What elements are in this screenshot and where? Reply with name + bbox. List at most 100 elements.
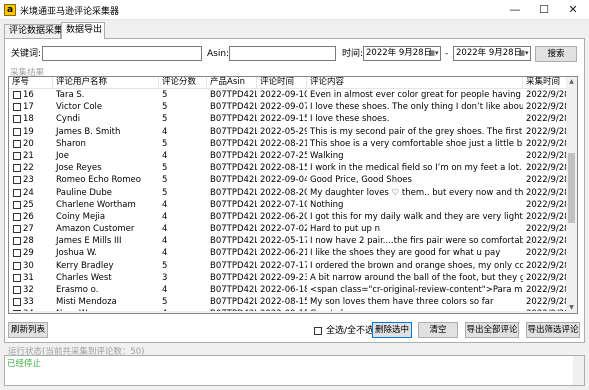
scrollbar-thumb[interactable] bbox=[568, 152, 575, 223]
table-row[interactable]: 16 Tara S. 5 B07TPD42LJ 2022-09-10 Even in al… bbox=[9, 89, 567, 101]
cell-content: <span class="cr-original-review-content"… bbox=[310, 285, 523, 295]
column-header[interactable]: 产品Asin bbox=[207, 77, 257, 89]
row-index-cell: 29 bbox=[9, 247, 53, 259]
cell-collected: 2022/9/28 bbox=[526, 138, 567, 149]
column-header[interactable]: 评论内容 bbox=[307, 77, 523, 89]
select-all-checkbox[interactable] bbox=[314, 327, 322, 335]
tab-data-export[interactable]: 数据导出 bbox=[61, 22, 105, 39]
minimize-button[interactable]: — bbox=[500, 0, 530, 20]
calendar-dropdown-icon[interactable]: ▦▾ bbox=[428, 48, 439, 59]
table-row[interactable]: 30 Kerry Bradley 5 B07TPD42LJ 2022-07-17 I or… bbox=[9, 260, 567, 272]
cell-user: Kerry Bradley bbox=[56, 260, 114, 271]
scroll-up-icon[interactable]: ▲ bbox=[566, 77, 577, 87]
cell-score: 5 bbox=[162, 260, 168, 271]
cell-time: 2022-06-18 bbox=[260, 285, 307, 295]
table-row[interactable]: 17 Victor Cole 5 B07TPD42LJ 2022-09-07 I love… bbox=[9, 101, 567, 113]
cell-content: I work in the medical field so I’m on my… bbox=[310, 163, 523, 174]
date-from-picker[interactable]: 2022年 9月28日 ▦▾ bbox=[363, 46, 441, 61]
search-button[interactable]: 搜索 bbox=[535, 46, 577, 62]
table-row[interactable]: 25 Charlene Wortham 4 B07TPD42LJ 2022-07-10 N… bbox=[9, 199, 567, 211]
table-row[interactable]: 28 James E Mills III 4 B07TPD42LJ 2022-05-17… bbox=[9, 235, 567, 247]
table-row[interactable]: 19 James B. Smith 4 B07TPD42LJ 2022-05-29 Thi… bbox=[9, 126, 567, 138]
row-checkbox[interactable] bbox=[13, 151, 21, 160]
scroll-down-icon[interactable]: ▼ bbox=[566, 303, 577, 313]
table-row[interactable]: 20 Sharon 5 B07TPD42LJ 2022-08-21 This shoe i… bbox=[9, 138, 567, 150]
table-row[interactable]: 29 Joshua W. 4 B07TPD42LJ 2022-06-21 I like t… bbox=[9, 247, 567, 259]
row-number: 23 bbox=[23, 175, 34, 186]
row-index-cell: 31 bbox=[9, 272, 53, 284]
row-checkbox[interactable] bbox=[13, 139, 21, 148]
results-table[interactable]: 序号 评论用户名称 评论分数 产品Asin 评论时间 评论内容 采集时间 16 T… bbox=[8, 76, 578, 314]
maximize-button[interactable]: ☐ bbox=[529, 0, 559, 20]
export-all-button[interactable]: 导出全部评论 bbox=[465, 322, 519, 338]
cell-asin: B07TPD42LJ bbox=[210, 211, 257, 222]
row-checkbox[interactable] bbox=[13, 273, 21, 282]
table-row[interactable]: 18 Cyndi 5 B07TPD42LJ 2022-09-15 I love these… bbox=[9, 113, 567, 125]
cell-time: 2022-09-04 bbox=[260, 175, 307, 186]
status-scrollbar[interactable] bbox=[573, 356, 584, 385]
row-number: 33 bbox=[23, 297, 34, 308]
cell-collected: 2022/9/28 bbox=[526, 126, 567, 137]
row-checkbox[interactable] bbox=[13, 261, 21, 270]
row-checkbox[interactable] bbox=[13, 115, 21, 124]
asin-input[interactable] bbox=[229, 46, 336, 61]
close-button[interactable]: ✕ bbox=[558, 0, 588, 20]
cell-asin: B07TPD42LJ bbox=[210, 126, 257, 137]
horizontal-scrollbar[interactable] bbox=[9, 311, 567, 313]
row-checkbox[interactable] bbox=[13, 103, 21, 112]
export-filtered-button[interactable]: 导出筛选评论 bbox=[526, 322, 580, 338]
cell-content: I love these shoes. The only thing I don… bbox=[310, 102, 523, 113]
row-number: 32 bbox=[23, 285, 34, 295]
date-to-picker[interactable]: 2022年 9月28日 ▦▾ bbox=[453, 46, 531, 61]
row-checkbox[interactable] bbox=[13, 298, 21, 307]
tab-review-collection[interactable]: 评论数据采集 bbox=[4, 24, 63, 39]
row-checkbox[interactable] bbox=[13, 200, 21, 209]
row-number: 29 bbox=[23, 248, 34, 259]
select-all-label[interactable]: 全选/全不选 bbox=[326, 325, 374, 337]
refresh-list-button[interactable]: 刷新列表 bbox=[8, 322, 48, 338]
delete-selected-button[interactable]: 删除选中 bbox=[372, 322, 412, 338]
row-checkbox[interactable] bbox=[13, 237, 21, 246]
table-row[interactable]: 31 Charles West 3 B07TPD42LJ 2022-09-23 A bit… bbox=[9, 272, 567, 284]
table-row[interactable]: 21 Joe 4 B07TPD42LJ 2022-07-25 Walking 2022/9/… bbox=[9, 150, 567, 162]
cell-user: Charles West bbox=[56, 272, 112, 283]
cell-score: 5 bbox=[162, 163, 168, 174]
cell-asin: B07TPD42LJ bbox=[210, 297, 257, 308]
cell-user: Erasmo o. bbox=[56, 285, 99, 295]
cell-collected: 2022/9/28 bbox=[526, 102, 567, 113]
cell-score: 4 bbox=[162, 211, 168, 222]
row-checkbox[interactable] bbox=[13, 91, 21, 99]
row-checkbox[interactable] bbox=[13, 176, 21, 185]
column-header[interactable]: 序号 bbox=[9, 77, 53, 89]
cell-time: 2022-07-17 bbox=[260, 260, 307, 271]
cell-collected: 2022/9/28 bbox=[526, 187, 567, 198]
table-row[interactable]: 22 Jose Reyes 5 B07TPD42LJ 2022-08-15 I work … bbox=[9, 162, 567, 174]
row-checkbox[interactable] bbox=[13, 127, 21, 136]
cell-asin: B07TPD42LJ bbox=[210, 90, 257, 100]
table-row[interactable]: 32 Erasmo o. 4 B07TPD42LJ 2022-06-18 <span cl… bbox=[9, 284, 567, 296]
keyword-input[interactable] bbox=[42, 46, 202, 61]
table-row[interactable]: 26 Coiny Mejia 4 B07TPD42LJ 2022-06-20 I got … bbox=[9, 211, 567, 223]
column-header[interactable]: 评论用户名称 bbox=[53, 77, 159, 89]
column-header[interactable]: 评论时间 bbox=[257, 77, 307, 89]
column-header[interactable]: 评论分数 bbox=[159, 77, 207, 89]
row-checkbox[interactable] bbox=[13, 225, 21, 234]
row-checkbox[interactable] bbox=[13, 212, 21, 221]
table-row[interactable]: 24 Pauline Dube 5 B07TPD42LJ 2022-08-20 My da… bbox=[9, 187, 567, 199]
row-checkbox[interactable] bbox=[13, 249, 21, 258]
cell-content: Nothing bbox=[310, 199, 344, 210]
cell-time: 2022-07-25 bbox=[260, 150, 307, 161]
cell-score: 4 bbox=[162, 236, 168, 247]
row-checkbox[interactable] bbox=[13, 164, 21, 173]
table-row[interactable]: 27 Amazon Customer 4 B07TPD42LJ 2022-07-02 Ha… bbox=[9, 223, 567, 235]
column-header[interactable]: 采集时间 bbox=[523, 77, 567, 89]
calendar-dropdown-icon[interactable]: ▦▾ bbox=[518, 48, 529, 59]
row-checkbox[interactable] bbox=[13, 286, 21, 294]
table-row[interactable]: 33 Misti Mendoza 5 B07TPD42LJ 2022-08-15 My s… bbox=[9, 296, 567, 308]
status-log[interactable]: 已经停止 bbox=[4, 355, 585, 386]
table-row[interactable]: 23 Romeo Echo Romeo 5 B07TPD42LJ 2022-09-04 G… bbox=[9, 174, 567, 186]
clear-button[interactable]: 清空 bbox=[418, 322, 458, 338]
row-checkbox[interactable] bbox=[13, 188, 21, 197]
vertical-scrollbar[interactable]: ▲ ▼ bbox=[566, 77, 577, 313]
cell-user: Joshua W. bbox=[56, 248, 97, 259]
